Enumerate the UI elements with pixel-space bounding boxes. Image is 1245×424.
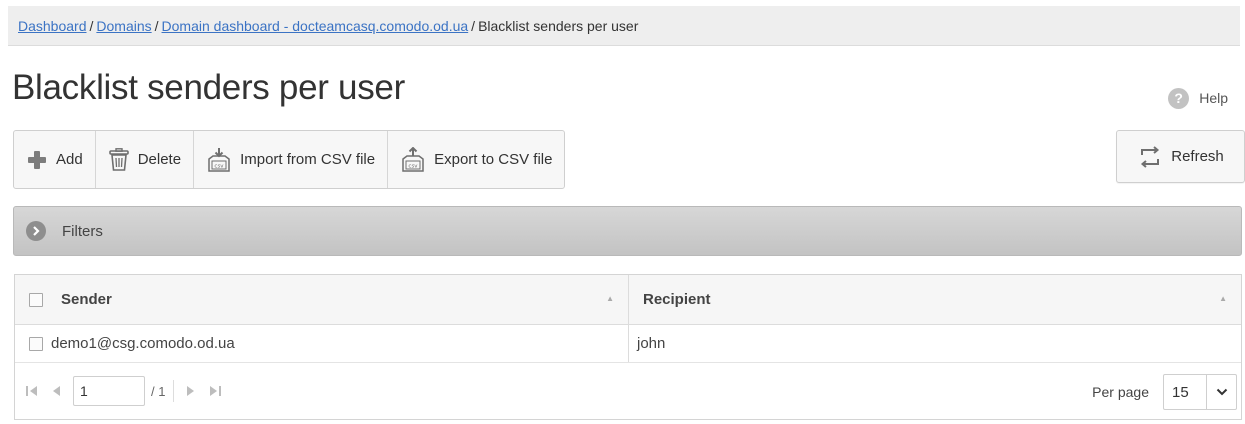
refresh-label: Refresh (1171, 148, 1224, 165)
column-label-recipient: Recipient (643, 291, 711, 308)
breadcrumb: Dashboard / Domains / Domain dashboard - doc… (8, 6, 1240, 46)
table-row[interactable]: demo1@csg.comodo.od.ua john (15, 325, 1241, 363)
column-header-sender[interactable]: Sender ▲ (15, 275, 629, 324)
breadcrumb-current: Blacklist senders per user (478, 18, 639, 34)
breadcrumb-separator: / (471, 18, 476, 34)
export-csv-button[interactable]: csv Export to CSV file (388, 131, 564, 188)
sender-value: demo1@csg.comodo.od.ua (51, 335, 235, 352)
next-page-icon[interactable] (186, 385, 196, 397)
sort-arrow-icon: ▲ (606, 294, 614, 303)
row-checkbox[interactable] (29, 336, 43, 351)
svg-text:csv: csv (214, 163, 224, 169)
plus-icon (26, 149, 48, 171)
import-csv-label: Import from CSV file (240, 151, 376, 168)
column-label-sender: Sender (61, 291, 112, 308)
delete-button[interactable]: Delete (96, 131, 195, 188)
page: Dashboard / Domains / Domain dashboard - doc… (8, 6, 1245, 420)
export-csv-icon: csv (400, 146, 426, 173)
per-page-control: Per page 15 (1092, 374, 1237, 410)
refresh-icon (1137, 145, 1163, 169)
svg-text:csv: csv (409, 163, 419, 169)
chevron-down-icon (1206, 375, 1236, 409)
trash-icon (108, 147, 130, 172)
breadcrumb-domain-dashboard[interactable]: Domain dashboard - docteamcasq.comodo.od… (162, 18, 469, 34)
page-number-input[interactable] (73, 376, 145, 406)
per-page-select[interactable]: 15 (1163, 374, 1237, 410)
last-page-icon[interactable] (208, 385, 222, 397)
first-page-icon[interactable] (25, 385, 39, 397)
breadcrumb-separator: / (154, 18, 159, 34)
help-link[interactable]: ? Help (1168, 87, 1228, 109)
recipient-value: john (637, 335, 666, 352)
recipient-cell: john (629, 325, 1241, 362)
chevron-right-circle-icon (26, 221, 46, 241)
delete-label: Delete (137, 151, 182, 168)
import-csv-icon: csv (206, 147, 232, 173)
breadcrumb-dashboard[interactable]: Dashboard (18, 18, 87, 34)
per-page-label: Per page (1092, 384, 1149, 400)
sender-cell: demo1@csg.comodo.od.ua (15, 325, 629, 362)
column-header-recipient[interactable]: Recipient ▲ (629, 275, 1241, 324)
table-header: Sender ▲ Recipient ▲ (15, 275, 1241, 325)
filters-label: Filters (62, 222, 103, 240)
select-all-checkbox[interactable] (29, 292, 43, 307)
page-total: / 1 (151, 383, 166, 399)
pager-divider (173, 380, 175, 402)
senders-table: Sender ▲ Recipient ▲ demo1@csg.comodo.od… (14, 274, 1242, 420)
toolbar: Add Delete csv Import from CSV file csv … (13, 130, 566, 189)
export-csv-label: Export to CSV file (434, 151, 553, 168)
breadcrumb-domains[interactable]: Domains (96, 18, 151, 34)
per-page-value: 15 (1172, 383, 1189, 401)
add-button[interactable]: Add (14, 131, 96, 188)
help-label: Help (1199, 90, 1228, 106)
import-csv-button[interactable]: csv Import from CSV file (194, 131, 389, 188)
add-label: Add (56, 151, 83, 168)
sort-arrow-icon: ▲ (1219, 294, 1227, 303)
breadcrumb-separator: / (89, 18, 94, 34)
question-icon: ? (1168, 87, 1190, 109)
page-title: Blacklist senders per user (12, 68, 405, 107)
refresh-button[interactable]: Refresh (1116, 130, 1245, 183)
prev-page-icon[interactable] (51, 385, 61, 397)
pagination-bar: / 1 Per page 15 (15, 363, 1241, 419)
filters-toggle[interactable]: Filters (13, 206, 1242, 256)
